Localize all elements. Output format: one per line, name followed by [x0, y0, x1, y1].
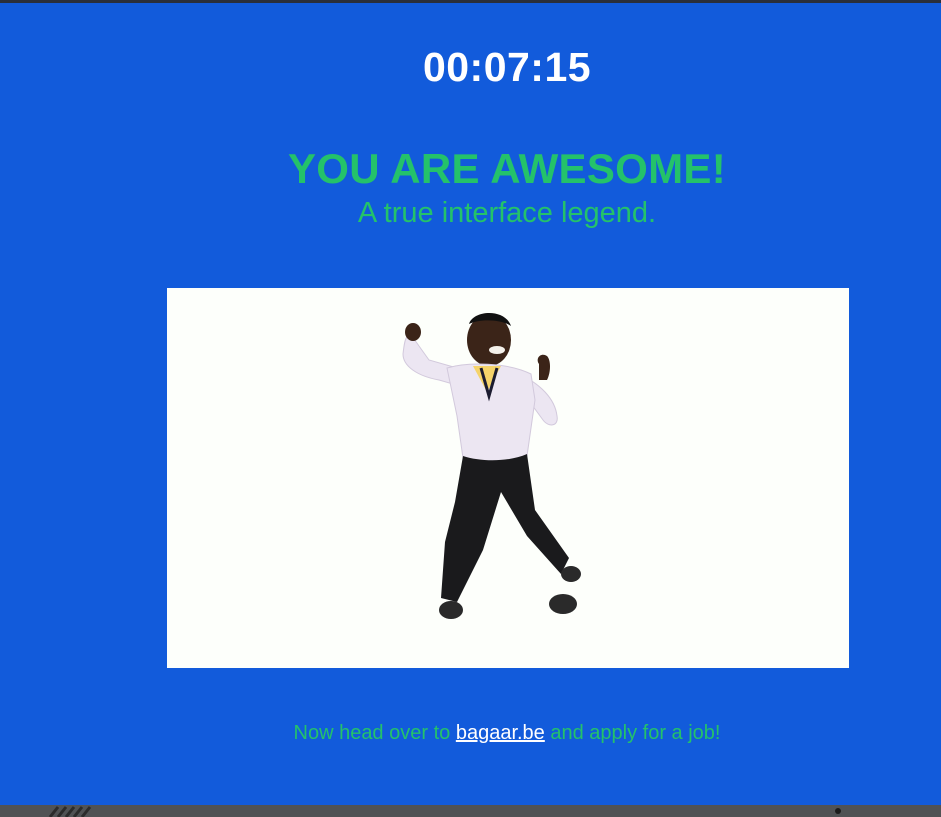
- footer-prefix: Now head over to: [293, 722, 456, 744]
- stripes-icon: [48, 806, 92, 817]
- bagaar-link[interactable]: bagaar.be: [456, 722, 545, 744]
- dancing-person-icon: [167, 288, 849, 668]
- footer-suffix: and apply for a job!: [544, 722, 721, 744]
- success-headline: YOU ARE AWESOME!: [287, 145, 727, 192]
- page: 00:07:15 YOU ARE AWESOME! A true interfa…: [0, 0, 941, 817]
- success-subline: A true interface legend.: [357, 197, 657, 229]
- dot-icon: [835, 808, 841, 814]
- window-top-edge: [0, 0, 941, 3]
- countdown-timer: 00:07:15: [422, 44, 592, 90]
- celebration-image: [167, 288, 849, 668]
- footer-message: Now head over to bagaar.be and apply for…: [0, 722, 941, 745]
- bottom-bar: [0, 805, 941, 817]
